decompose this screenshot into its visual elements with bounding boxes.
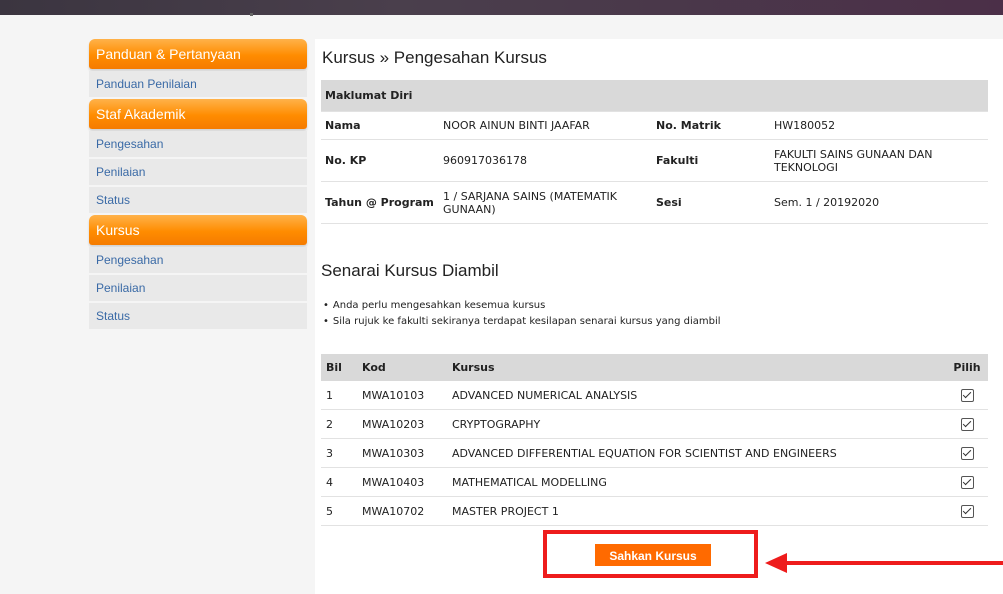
- value-no-matrik: HW180052: [770, 111, 988, 140]
- cell-kod: MWA10303: [357, 438, 447, 468]
- course-checkbox[interactable]: [960, 475, 974, 489]
- course-checkbox[interactable]: [960, 504, 974, 518]
- value-nama: NOOR AINUN BINTI JAAFAR: [439, 111, 652, 140]
- label-sesi: Sesi: [652, 181, 770, 224]
- highlight-box: Sahkan Kursus: [543, 530, 758, 578]
- info-section-header: Maklumat Diri: [321, 80, 988, 112]
- sidebar-header-panduan[interactable]: Panduan & Pertanyaan: [89, 39, 307, 69]
- course-checkbox[interactable]: [960, 388, 974, 402]
- header-pilih: Pilih: [946, 354, 988, 381]
- label-nama: Nama: [321, 111, 439, 140]
- cell-bil: 4: [321, 467, 357, 497]
- sidebar-item-panduan-penilaian[interactable]: Panduan Penilaian: [89, 71, 307, 97]
- label-program: Tahun @ Program: [321, 181, 439, 224]
- note-item: Sila rujuk ke fakulti sekiranya terdapat…: [323, 314, 721, 330]
- cell-kursus: CRYPTOGRAPHY: [447, 409, 946, 439]
- cell-kod: MWA10702: [357, 496, 447, 526]
- cell-kod: MWA10403: [357, 467, 447, 497]
- main-panel: Kursus » Pengesahan Kursus Maklumat Diri…: [315, 39, 1003, 594]
- sidebar-item-kursus-status[interactable]: Status: [89, 303, 307, 329]
- label-no-kp: No. KP: [321, 139, 439, 182]
- cell-kursus: MASTER PROJECT 1: [447, 496, 946, 526]
- value-program: 1 / SARJANA SAINS (MATEMATIK GUNAAN): [439, 181, 652, 224]
- sidebar-item-kursus-penilaian[interactable]: Penilaian: [89, 275, 307, 301]
- header-kursus: Kursus: [447, 354, 946, 381]
- note-item: Anda perlu mengesahkan kesemua kursus: [323, 298, 721, 314]
- page-title: Kursus » Pengesahan Kursus: [322, 48, 547, 67]
- course-checkbox[interactable]: [960, 446, 974, 460]
- courses-section-title: Senarai Kursus Diambil: [321, 261, 499, 280]
- notes-list: Anda perlu mengesahkan kesemua kursus Si…: [323, 298, 721, 330]
- sidebar-item-staf-penilaian[interactable]: Penilaian: [89, 159, 307, 185]
- sahkan-kursus-button[interactable]: Sahkan Kursus: [595, 544, 711, 566]
- personal-info-table: Maklumat Diri Nama NOOR AINUN BINTI JAAF…: [321, 80, 988, 224]
- header-kod: Kod: [357, 354, 447, 381]
- course-checkbox[interactable]: [960, 417, 974, 431]
- cell-bil: 5: [321, 496, 357, 526]
- cell-kursus: ADVANCED NUMERICAL ANALYSIS: [447, 381, 946, 410]
- sidebar-item-staf-status[interactable]: Status: [89, 187, 307, 213]
- cell-kursus: MATHEMATICAL MODELLING: [447, 467, 946, 497]
- sidebar-item-staf-pengesahan[interactable]: Pengesahan: [89, 131, 307, 157]
- cell-kod: MWA10103: [357, 381, 447, 410]
- cell-bil: 1: [321, 381, 357, 410]
- sidebar-header-kursus[interactable]: Kursus: [89, 215, 307, 245]
- sidebar-item-kursus-pengesahan[interactable]: Pengesahan: [89, 247, 307, 273]
- courses-table: Bil Kod Kursus Pilih 1 MWA10103 ADVANCED…: [321, 354, 988, 526]
- table-row: 5 MWA10702 MASTER PROJECT 1: [321, 496, 988, 526]
- cell-bil: 3: [321, 438, 357, 468]
- cell-kod: MWA10203: [357, 409, 447, 439]
- header-bil: Bil: [321, 354, 357, 381]
- label-no-matrik: No. Matrik: [652, 111, 770, 140]
- value-no-kp: 960917036178: [439, 139, 652, 182]
- sidebar: Panduan & Pertanyaan Panduan Penilaian S…: [89, 39, 307, 331]
- top-banner: [0, 0, 1003, 16]
- cell-kursus: ADVANCED DIFFERENTIAL EQUATION FOR SCIEN…: [447, 438, 946, 468]
- value-fakulti: FAKULTI SAINS GUNAAN DAN TEKNOLOGI: [770, 139, 988, 182]
- table-row: 3 MWA10303 ADVANCED DIFFERENTIAL EQUATIO…: [321, 438, 988, 468]
- value-sesi: Sem. 1 / 20192020: [770, 181, 988, 224]
- sidebar-header-staf-akademik[interactable]: Staf Akademik: [89, 99, 307, 129]
- table-row: 2 MWA10203 CRYPTOGRAPHY: [321, 409, 988, 439]
- banner-mark: [250, 13, 253, 16]
- annotation-arrow-icon: [765, 553, 787, 573]
- table-row: 1 MWA10103 ADVANCED NUMERICAL ANALYSIS: [321, 381, 988, 410]
- cell-bil: 2: [321, 409, 357, 439]
- table-row: 4 MWA10403 MATHEMATICAL MODELLING: [321, 467, 988, 497]
- annotation-arrow-line: [784, 561, 1003, 565]
- label-fakulti: Fakulti: [652, 139, 770, 182]
